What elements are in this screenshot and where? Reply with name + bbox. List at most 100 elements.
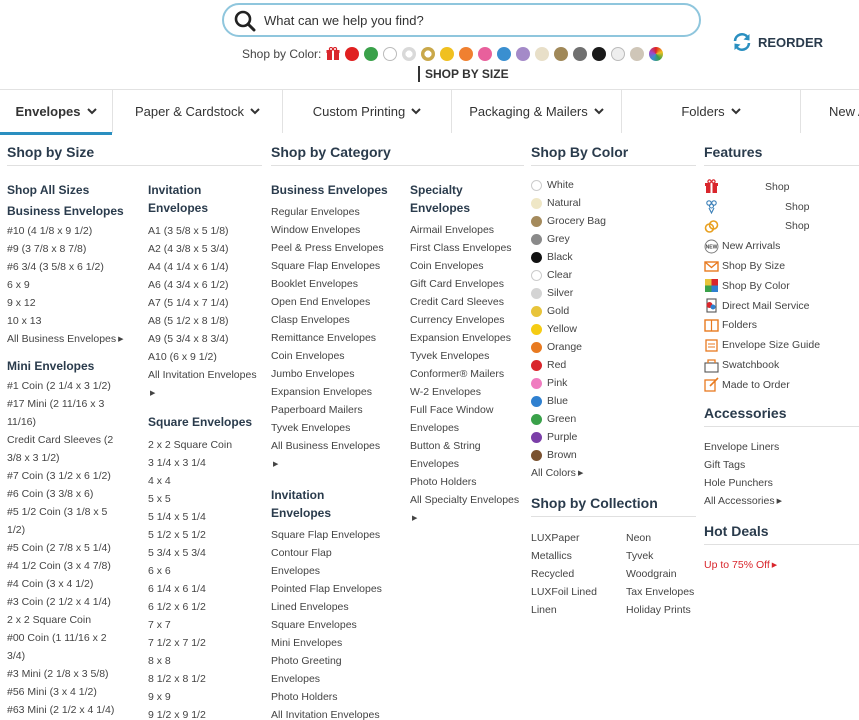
color-item[interactable]: Pink xyxy=(531,374,696,392)
nav-custom-printing[interactable]: Custom Printing xyxy=(283,90,452,133)
accessory-link[interactable]: Hole Punchers xyxy=(704,474,859,492)
category-link[interactable]: Button & String xyxy=(410,437,524,455)
color-swatch-button[interactable] xyxy=(383,47,398,61)
invitation-envelopes-heading[interactable]: Invitation Envelopes xyxy=(148,181,262,217)
size-link[interactable]: 9 x 9 xyxy=(148,688,262,706)
collection-link[interactable]: Metallics xyxy=(531,547,626,565)
search-bar[interactable] xyxy=(222,3,701,37)
category-link[interactable]: Conformer® Mailers xyxy=(410,365,524,383)
size-link[interactable]: 5 3/4 x 5 3/4 xyxy=(148,544,262,562)
category-link[interactable]: Clasp Envelopes xyxy=(271,311,410,329)
size-link[interactable]: 6 1/2 x 6 1/2 xyxy=(148,598,262,616)
gift-icon[interactable] xyxy=(326,47,340,61)
color-item[interactable]: Grey xyxy=(531,230,696,248)
collection-link[interactable]: Holiday Prints xyxy=(626,601,696,619)
feature-new-arrivals[interactable]: NEW New Arrivals xyxy=(704,236,859,256)
all-colors-link[interactable]: All Colors ▶ xyxy=(531,464,696,483)
shop-by-size-link[interactable]: SHOP BY SIZE xyxy=(418,66,509,82)
all-invitation-envelopes-link[interactable]: All Invitation Envelopes ▶ xyxy=(148,366,262,403)
size-link[interactable]: 5 x 5 xyxy=(148,490,262,508)
size-link[interactable]: #4 1/2 Coin (3 x 4 7/8) xyxy=(7,557,148,575)
color-swatch-button[interactable] xyxy=(573,47,588,61)
feature-made-to-order[interactable]: Made to Order xyxy=(704,375,859,395)
size-link[interactable]: 11/16) xyxy=(7,413,148,431)
size-link[interactable]: A4 (4 1/4 x 6 1/4) xyxy=(148,258,262,276)
feature-shop-by-color[interactable]: Shop By Color xyxy=(704,276,859,296)
nav-packaging-mailers[interactable]: Packaging & Mailers xyxy=(452,90,622,133)
category-link[interactable]: Photo Holders xyxy=(410,473,524,491)
all-business-envelopes-link[interactable]: All Business Envelopes ▶ xyxy=(271,437,410,474)
category-link[interactable]: Lined Envelopes xyxy=(271,598,410,616)
category-link[interactable]: Contour Flap xyxy=(271,544,410,562)
category-link[interactable]: Envelopes xyxy=(271,670,410,688)
accessory-link[interactable]: Gift Tags xyxy=(704,456,859,474)
category-link[interactable]: Full Face Window xyxy=(410,401,524,419)
search-icon[interactable] xyxy=(234,10,256,32)
color-swatch-button[interactable] xyxy=(516,47,531,61)
size-link[interactable]: A7 (5 1/4 x 7 1/4) xyxy=(148,294,262,312)
category-link[interactable]: Pointed Flap Envelopes xyxy=(271,580,410,598)
size-link[interactable]: Credit Card Sleeves (2 xyxy=(7,431,148,449)
color-swatch-button[interactable] xyxy=(345,47,360,61)
size-link[interactable]: 3/4) xyxy=(7,647,148,665)
size-link[interactable]: 3 1/4 x 3 1/4 xyxy=(148,454,262,472)
category-link[interactable]: Jumbo Envelopes xyxy=(271,365,410,383)
collection-link[interactable]: Recycled xyxy=(531,565,626,583)
category-link[interactable]: Square Envelopes xyxy=(271,616,410,634)
category-link[interactable]: Square Flap Envelopes xyxy=(271,257,410,275)
category-link[interactable]: Credit Card Sleeves xyxy=(410,293,524,311)
size-link[interactable]: 10 x 13 xyxy=(7,312,148,330)
collection-link[interactable]: LUXFoil Lined xyxy=(531,583,626,601)
size-link[interactable]: #6 Coin (3 3/8 x 6) xyxy=(7,485,148,503)
color-swatch-button[interactable] xyxy=(421,47,436,61)
size-link[interactable]: 5 1/4 x 5 1/4 xyxy=(148,508,262,526)
category-link[interactable]: Paperboard Mailers xyxy=(271,401,410,419)
collection-link[interactable]: Tyvek xyxy=(626,547,696,565)
size-link[interactable]: 2 x 2 Square Coin xyxy=(7,611,148,629)
size-link[interactable]: 6 x 9 xyxy=(7,276,148,294)
size-link[interactable]: #4 Coin (3 x 4 1/2) xyxy=(7,575,148,593)
category-link[interactable]: Gift Card Envelopes xyxy=(410,275,524,293)
category-link[interactable]: All Invitation Envelopes xyxy=(271,706,410,720)
category-link[interactable]: Airmail Envelopes xyxy=(410,221,524,239)
color-item[interactable]: Grocery Bag xyxy=(531,212,696,230)
color-swatch-button[interactable] xyxy=(364,47,379,61)
category-link[interactable]: Tyvek Envelopes xyxy=(410,347,524,365)
size-link[interactable]: #10 (4 1/8 x 9 1/2) xyxy=(7,222,148,240)
size-link[interactable]: 2 x 2 Square Coin xyxy=(148,436,262,454)
mini-envelopes-heading[interactable]: Mini Envelopes xyxy=(7,357,148,375)
size-link[interactable]: 9 x 12 xyxy=(7,294,148,312)
size-link[interactable]: #00 Coin (1 11/16 x 2 xyxy=(7,629,148,647)
category-link[interactable]: W-2 Envelopes xyxy=(410,383,524,401)
color-swatch-button[interactable] xyxy=(440,47,455,61)
size-link[interactable]: 5 1/2 x 5 1/2 xyxy=(148,526,262,544)
color-swatch-button[interactable] xyxy=(592,47,607,61)
invitation-envelopes-heading[interactable]: Invitation Envelopes xyxy=(271,486,410,522)
size-link[interactable]: #3 Mini (2 1/8 x 3 5/8) xyxy=(7,665,148,683)
color-swatch-button[interactable] xyxy=(497,47,512,61)
square-envelopes-heading[interactable]: Square Envelopes xyxy=(148,413,262,431)
color-swatch-button[interactable] xyxy=(459,47,474,61)
size-link[interactable]: A8 (5 1/2 x 8 1/8) xyxy=(148,312,262,330)
size-link[interactable]: 3/8 x 3 1/2) xyxy=(7,449,148,467)
size-link[interactable]: #3 Coin (2 1/2 x 4 1/4) xyxy=(7,593,148,611)
category-link[interactable]: Envelopes xyxy=(410,419,524,437)
size-link[interactable]: #7 Coin (3 1/2 x 6 1/2) xyxy=(7,467,148,485)
color-swatch-button[interactable] xyxy=(649,47,664,61)
size-link[interactable]: A9 (5 3/4 x 8 3/4) xyxy=(148,330,262,348)
size-link[interactable]: 8 1/2 x 8 1/2 xyxy=(148,670,262,688)
nav-folders[interactable]: Folders xyxy=(622,90,801,133)
feature-shop-gifts[interactable]: Shop xyxy=(704,177,859,197)
category-link[interactable]: Peel & Press Envelopes xyxy=(271,239,410,257)
category-link[interactable]: Photo Greeting xyxy=(271,652,410,670)
category-link[interactable]: Square Flap Envelopes xyxy=(271,526,410,544)
business-envelopes-heading[interactable]: Business Envelopes xyxy=(271,181,410,199)
size-link[interactable]: 6 x 6 xyxy=(148,562,262,580)
size-link[interactable]: 4 x 4 xyxy=(148,472,262,490)
color-swatch-button[interactable] xyxy=(611,47,626,61)
nav-new-arrivals[interactable]: New A xyxy=(801,90,859,133)
search-input[interactable] xyxy=(264,8,684,32)
nav-paper-cardstock[interactable]: Paper & Cardstock xyxy=(113,90,283,133)
category-link[interactable]: Envelopes xyxy=(271,562,410,580)
color-item[interactable]: Orange xyxy=(531,338,696,356)
